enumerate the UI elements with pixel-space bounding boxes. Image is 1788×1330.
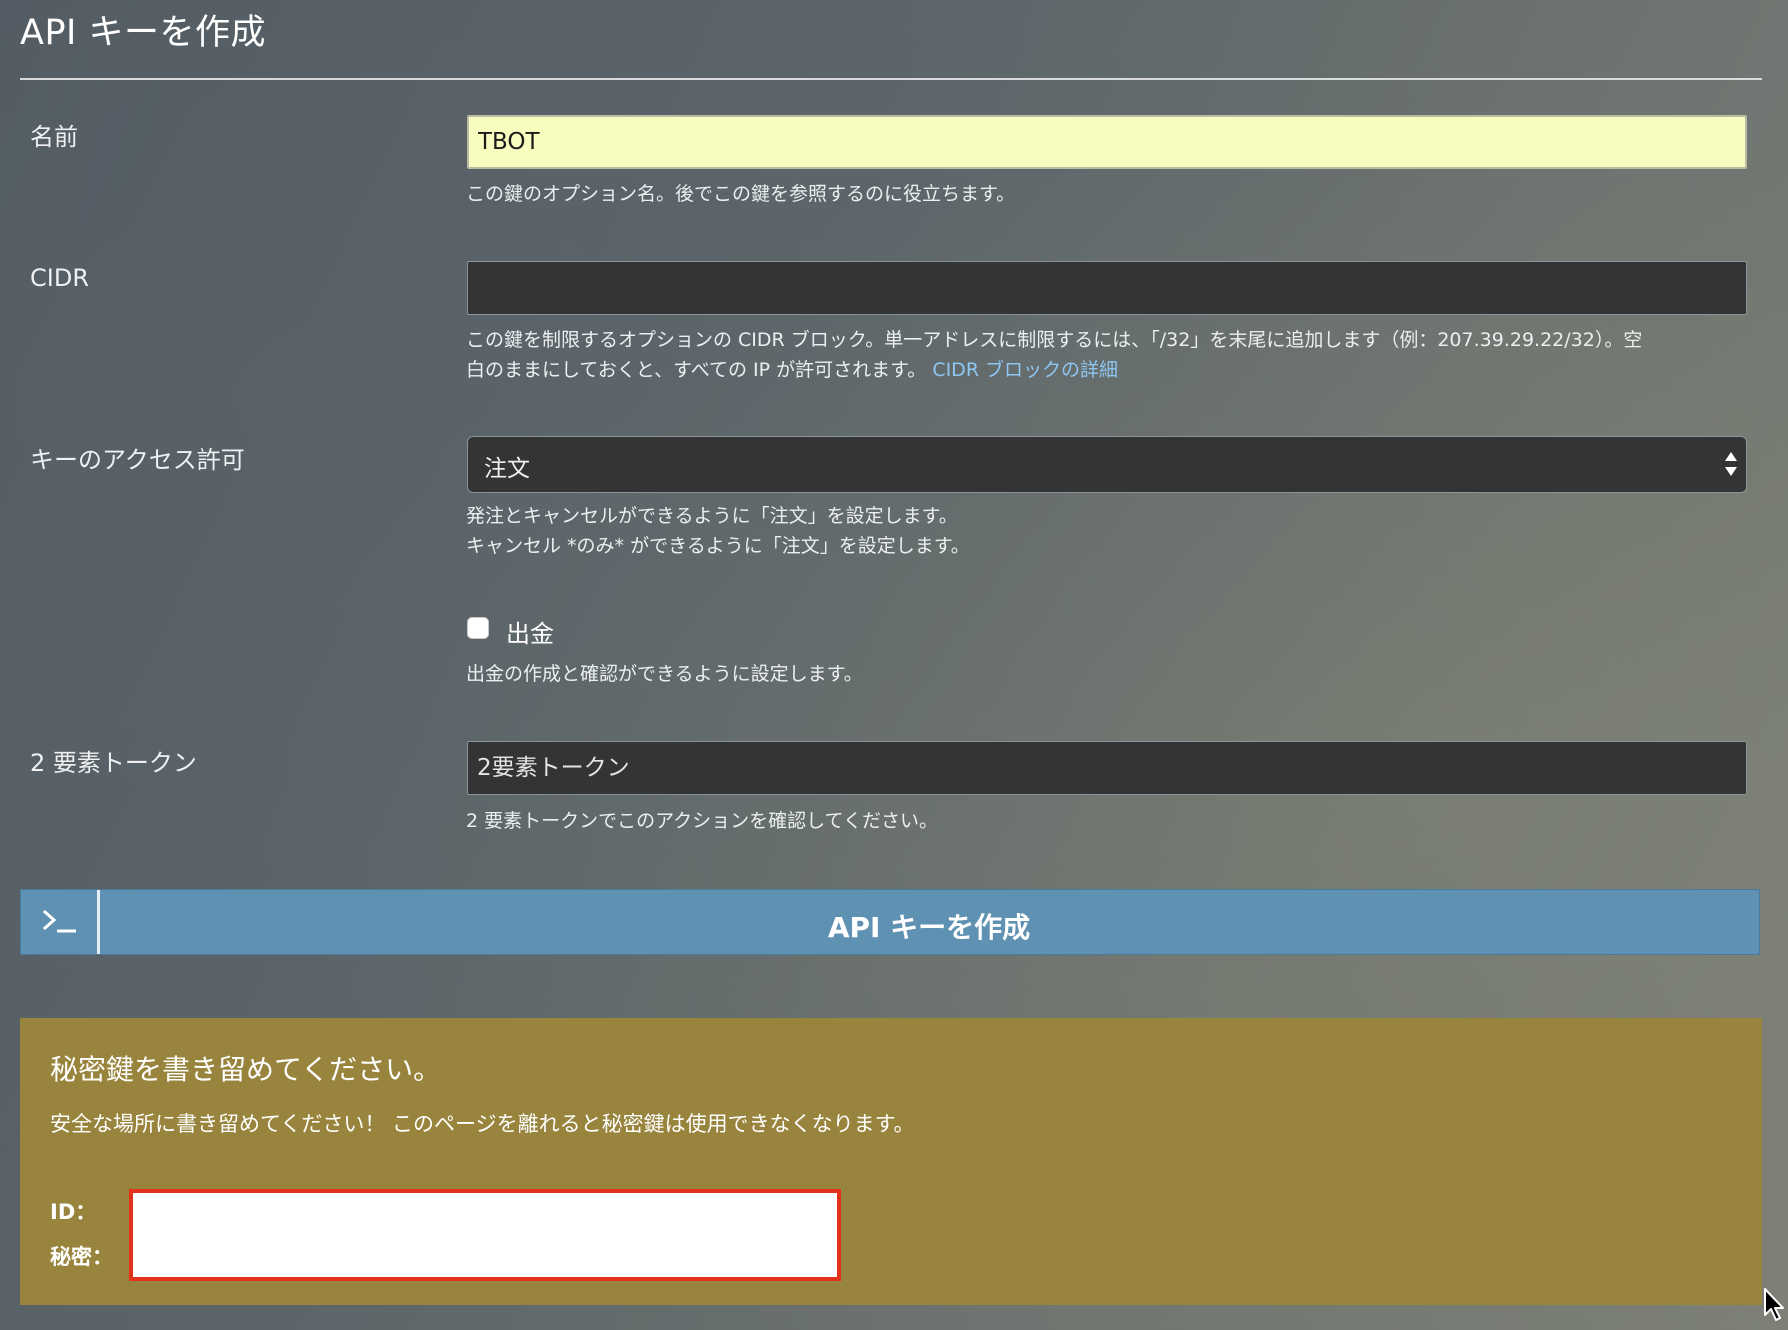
access-label: キーのアクセス許可 — [30, 446, 245, 474]
id-label: ID： — [50, 1200, 97, 1224]
token-help: 2 要素トークンでこのアクションを確認してください。 — [466, 810, 939, 832]
name-label: 名前 — [30, 123, 78, 151]
token-input[interactable] — [467, 741, 1747, 795]
secret-label: 秘密： — [50, 1245, 113, 1269]
alert-title: 秘密鍵を書き留めてください。 — [50, 1053, 442, 1086]
access-help: 発注とキャンセルができるように「注文」を設定します。 キャンセル *のみ* がで… — [466, 501, 1751, 561]
cidr-help: この鍵を制限するオプションの CIDR ブロック。単一アドレスに制限するには、「… — [466, 325, 1751, 385]
cidr-details-link[interactable]: CIDR ブロックの詳細 — [932, 359, 1118, 381]
withdraw-help: 出金の作成と確認ができるように設定します。 — [466, 663, 863, 685]
withdraw-label[interactable]: 出金 — [506, 614, 554, 649]
cidr-input[interactable] — [467, 261, 1747, 315]
secret-alert: 秘密鍵を書き留めてください。 安全な場所に書き留めてください！ このページを離れ… — [20, 1018, 1762, 1305]
create-api-key-button[interactable]: API キーを作成 — [20, 889, 1760, 955]
cidr-label: CIDR — [30, 264, 89, 292]
select-arrows-icon — [1725, 452, 1737, 476]
page-title: API キーを作成 — [20, 13, 266, 53]
cidr-help-line2-wrap: 白のままにしておくと、すべての IP が許可されます。 CIDR ブロックの詳細 — [466, 355, 1751, 385]
cidr-help-line1: この鍵を制限するオプションの CIDR ブロック。単一アドレスに制限するには、「… — [466, 329, 1643, 351]
alert-text: 安全な場所に書き留めてください！ このページを離れると秘密鍵は使用できなくなりま… — [50, 1112, 915, 1136]
cidr-help-line2: 白のままにしておくと、すべての IP が許可されます。 — [466, 359, 927, 381]
create-api-key-label: API キーを作成 — [827, 911, 1031, 944]
access-select-value: 注文 — [484, 456, 530, 482]
mouse-cursor-icon — [1764, 1288, 1784, 1321]
title-divider — [20, 78, 1762, 80]
withdraw-checkbox[interactable] — [467, 617, 489, 639]
access-help-line1: 発注とキャンセルができるように「注文」を設定します。 — [466, 505, 958, 527]
redacted-credentials-box — [129, 1189, 841, 1281]
name-input[interactable] — [467, 115, 1747, 169]
access-help-line2: キャンセル *のみ* ができるように「注文」を設定します。 — [466, 535, 970, 557]
token-label: 2 要素トークン — [30, 749, 197, 777]
terminal-icon — [21, 890, 100, 954]
name-help: この鍵のオプション名。後でこの鍵を参照するのに役立ちます。 — [466, 183, 1016, 205]
access-select[interactable]: 注文 — [467, 436, 1747, 493]
